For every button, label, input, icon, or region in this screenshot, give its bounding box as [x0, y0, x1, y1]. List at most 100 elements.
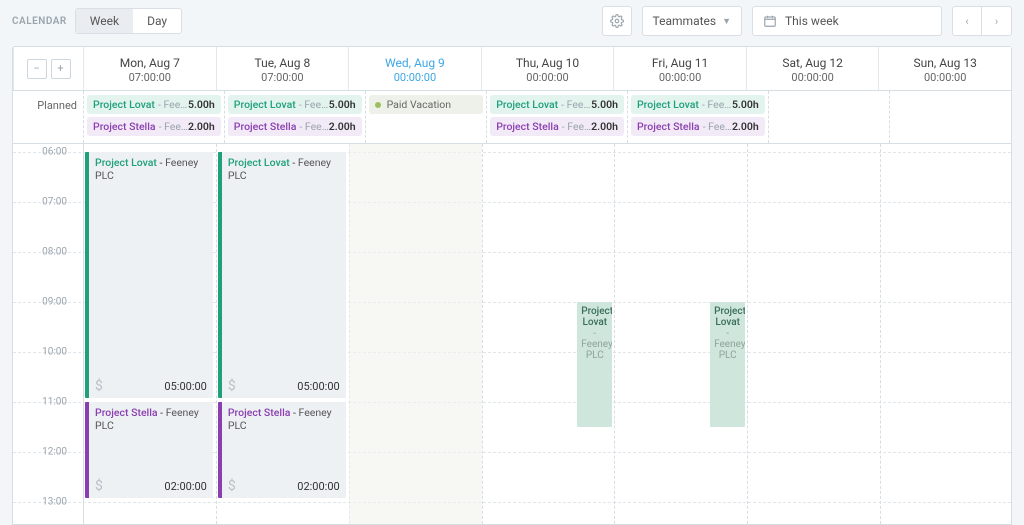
planned-row: Planned Project Lovat - Fee…5.00hProject…: [13, 91, 1011, 144]
chip-hours: 2.00h: [732, 120, 759, 133]
zoom-controls: − +: [13, 47, 83, 90]
chip-project: Project Stella: [637, 120, 700, 133]
planned-chip[interactable]: Project Lovat - Fee…5.00h: [631, 95, 765, 114]
planned-chip[interactable]: Project Lovat - Fee…5.00h: [490, 95, 624, 114]
chip-client: - Fee…: [299, 120, 328, 133]
chip-hours: 2.00h: [329, 120, 356, 133]
day-header-sat[interactable]: Sat, Aug 1200:00:00: [746, 47, 879, 90]
day-header-thu[interactable]: Thu, Aug 1000:00:00: [481, 47, 614, 90]
chevron-down-icon: ▼: [722, 16, 731, 27]
toolbar-left: CALENDAR Week Day: [12, 8, 182, 34]
calendar-header: − + Mon, Aug 707:00:00 Tue, Aug 807:00:0…: [13, 47, 1011, 91]
settings-button[interactable]: [602, 6, 632, 36]
chip-project: Project Lovat: [93, 98, 155, 111]
chip-label: Paid Vacation: [387, 98, 452, 111]
range-label: This week: [785, 14, 839, 28]
zoom-out-button[interactable]: −: [27, 59, 47, 79]
planned-wed[interactable]: Paid Vacation: [365, 91, 487, 143]
planned-sun[interactable]: [889, 91, 1011, 143]
time-entry[interactable]: Project Lovat - Feeney PLC$05:00:00: [85, 152, 213, 398]
planned-chip[interactable]: Project Stella - Fee…2.00h: [87, 117, 221, 136]
chip-project: Project Stella: [93, 120, 156, 133]
planned-chip[interactable]: Project Stella - Fee…2.00h: [490, 117, 624, 136]
chip-client: - Fee…: [159, 120, 188, 133]
planned-chip[interactable]: Project Lovat - Fee…5.00h: [228, 95, 362, 114]
chip-hours: 2.00h: [591, 120, 618, 133]
planned-fri[interactable]: Project Lovat - Fee…5.00h Project Stella …: [627, 91, 768, 143]
day-divider: [614, 144, 615, 524]
day-hours: 00:00:00: [883, 71, 1007, 84]
hour-label: 08:00: [13, 247, 73, 258]
planned-tue[interactable]: Project Lovat - Fee…5.00h Project Stella …: [224, 91, 365, 143]
chip-client: - Fee…: [158, 98, 188, 111]
entry-client: FeeneyPLC: [714, 339, 741, 361]
hour-line: [13, 502, 1011, 503]
time-grid[interactable]: 06:0007:0008:0009:0010:0011:0012:0013:00…: [13, 144, 1011, 524]
entry-project: Project Lovat: [228, 156, 290, 169]
day-hours: 07:00:00: [88, 71, 212, 84]
planned-label: Planned: [13, 91, 83, 143]
hour-label: 13:00: [13, 497, 73, 508]
calendar: − + Mon, Aug 707:00:00 Tue, Aug 807:00:0…: [12, 46, 1012, 525]
chip-client: - Fee…: [561, 98, 591, 111]
view-week-button[interactable]: Week: [76, 9, 133, 33]
day-label: Mon, Aug 7: [88, 55, 212, 71]
chip-project: Project Lovat: [496, 98, 558, 111]
entry-project: Project Stella: [95, 406, 158, 419]
planned-block[interactable]: ProjectLovat-FeeneyPLC: [577, 302, 612, 427]
day-hours: 00:00:00: [353, 71, 477, 84]
day-label: Wed, Aug 9: [353, 55, 477, 71]
hour-label: 11:00: [13, 397, 73, 408]
day-header-fri[interactable]: Fri, Aug 1100:00:00: [613, 47, 746, 90]
planned-chip[interactable]: Project Stella - Fee…2.00h: [228, 117, 362, 136]
day-header-wed[interactable]: Wed, Aug 900:00:00: [348, 47, 481, 90]
planned-thu[interactable]: Project Lovat - Fee…5.00h Project Stella …: [486, 91, 627, 143]
planned-block[interactable]: ProjectLovat-FeeneyPLC: [710, 302, 745, 427]
allday-vacation-shade: [349, 144, 482, 524]
gear-icon: [610, 14, 624, 28]
planned-mon[interactable]: Project Lovat - Fee…5.00h Project Stella …: [83, 91, 224, 143]
day-header-tue[interactable]: Tue, Aug 807:00:00: [216, 47, 349, 90]
planned-sat[interactable]: [768, 91, 890, 143]
entry-duration: 02:00:00: [164, 480, 206, 493]
teammates-label: Teammates: [653, 14, 717, 28]
chip-client: - Fee…: [702, 98, 732, 111]
time-entry[interactable]: Project Stella - Feeney PLC$02:00:00: [218, 402, 346, 498]
day-header-mon[interactable]: Mon, Aug 707:00:00: [83, 47, 216, 90]
chip-client: - Fee…: [703, 120, 732, 133]
entry-footer: $05:00:00: [228, 378, 340, 394]
hour-label: 10:00: [13, 347, 73, 358]
view-day-button[interactable]: Day: [133, 9, 181, 33]
top-toolbar: CALENDAR Week Day Teammates ▼ This week …: [0, 0, 1024, 36]
chip-project: Project Stella: [234, 120, 297, 133]
entry-footer: $02:00:00: [95, 478, 207, 494]
chip-hours: 2.00h: [188, 120, 215, 133]
entry-duration: 02:00:00: [297, 480, 339, 493]
entry-duration: 05:00:00: [164, 380, 206, 393]
time-entry[interactable]: Project Lovat - Feeney PLC$05:00:00: [218, 152, 346, 398]
zoom-in-button[interactable]: +: [51, 59, 71, 79]
chevron-right-icon: ›: [995, 15, 998, 28]
date-range-picker[interactable]: This week: [752, 6, 942, 36]
day-hours: 00:00:00: [618, 71, 742, 84]
time-entry[interactable]: Project Stella - Feeney PLC$02:00:00: [85, 402, 213, 498]
planned-chip[interactable]: Project Stella - Fee…2.00h: [631, 117, 765, 136]
chevron-left-icon: ‹: [965, 15, 968, 28]
day-hours: 07:00:00: [221, 71, 345, 84]
entry-footer: $05:00:00: [95, 378, 207, 394]
planned-chip[interactable]: Paid Vacation: [369, 95, 484, 114]
day-divider: [83, 144, 84, 524]
next-range-button[interactable]: ›: [982, 6, 1012, 36]
day-header-sun[interactable]: Sun, Aug 1300:00:00: [878, 47, 1011, 90]
teammates-dropdown[interactable]: Teammates ▼: [642, 6, 742, 36]
entry-footer: $02:00:00: [228, 478, 340, 494]
calendar-icon: [763, 14, 777, 28]
chip-project: Project Lovat: [637, 98, 699, 111]
entry-project: ProjectLovat: [581, 306, 608, 328]
entry-project: Project Stella: [228, 406, 291, 419]
planned-chip[interactable]: Project Lovat - Fee…5.00h: [87, 95, 221, 114]
day-label: Sun, Aug 13: [883, 55, 1007, 71]
prev-range-button[interactable]: ‹: [952, 6, 982, 36]
toolbar-right: Teammates ▼ This week ‹ ›: [602, 6, 1012, 36]
day-divider: [482, 144, 483, 524]
